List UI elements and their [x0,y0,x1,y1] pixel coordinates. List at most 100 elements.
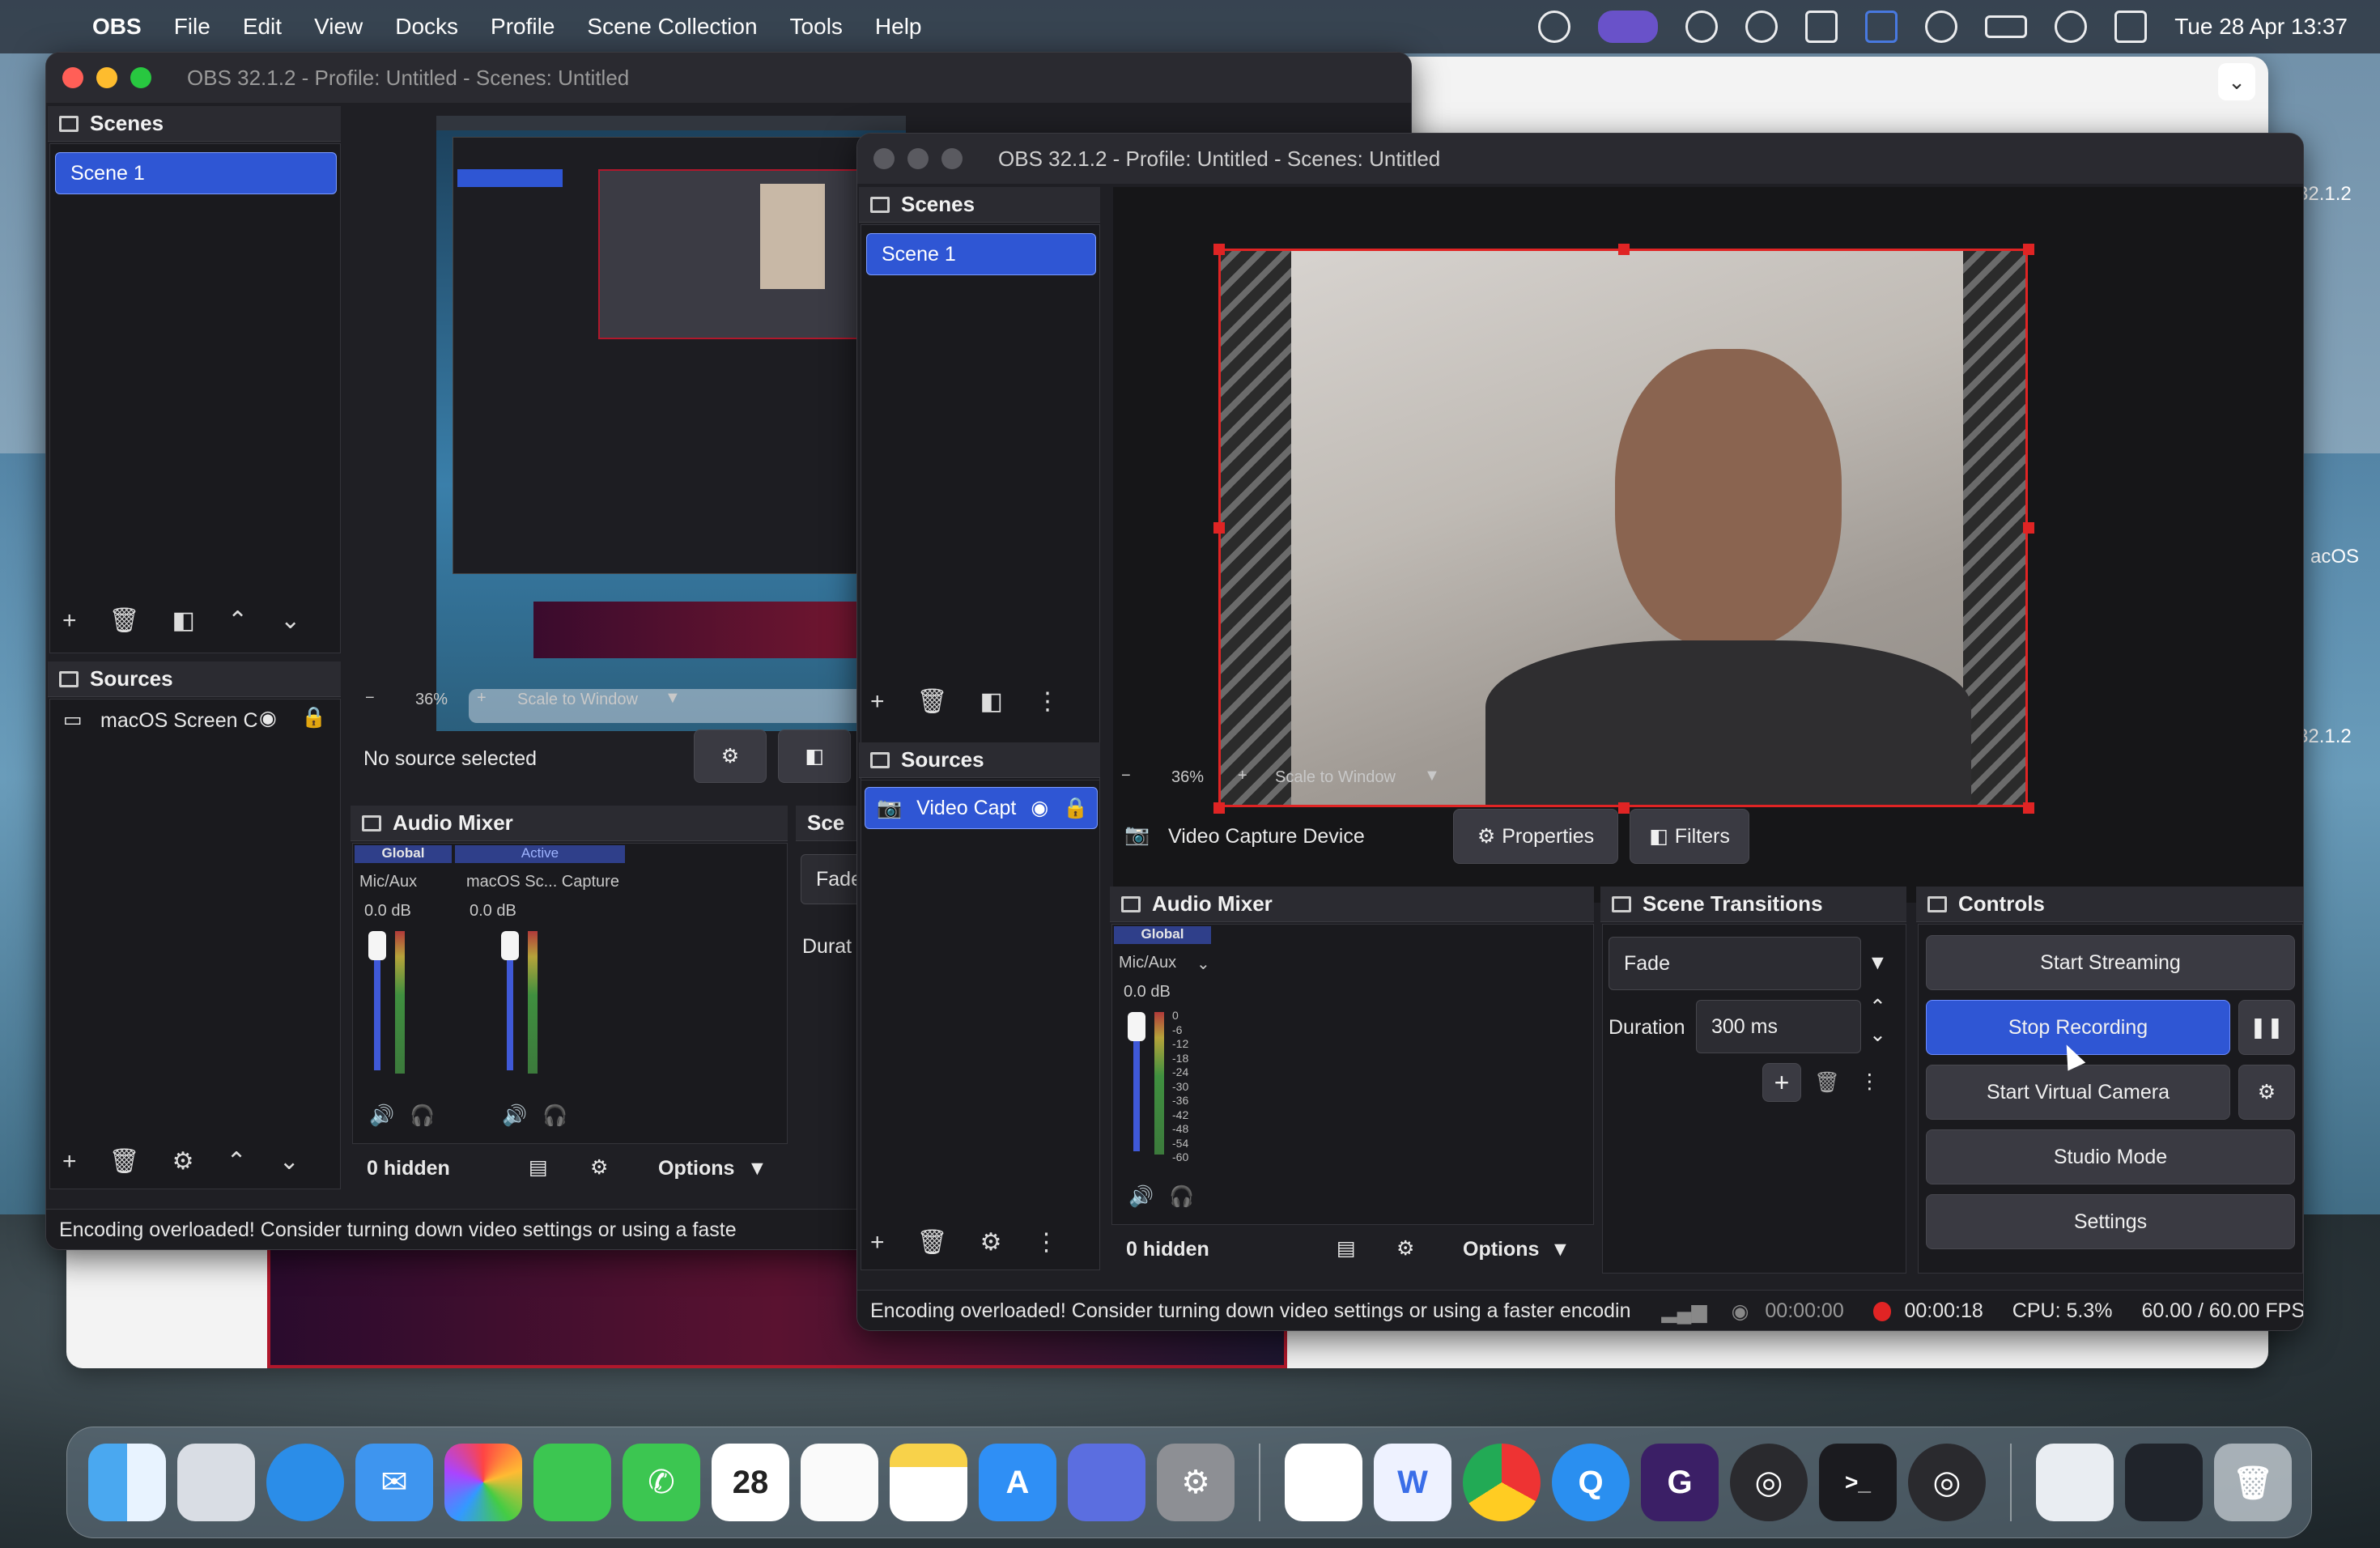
fader-knob-2[interactable] [501,931,519,960]
close-button[interactable] [873,148,895,169]
speaker-icon[interactable]: 🔊 [502,1104,527,1128]
trash-icon[interactable]: 🗑 [109,606,140,635]
recent-window-icon[interactable] [2125,1444,2203,1521]
filters-button[interactable]: ◧ Filters [1630,809,1749,864]
trash-icon[interactable]: 🗑 [1814,1071,1840,1095]
virtual-camera-settings-button[interactable]: ⚙ [2238,1065,2295,1120]
add-icon[interactable]: + [62,1148,77,1176]
menu-tools[interactable]: Tools [790,14,843,40]
menu-file[interactable]: File [174,14,210,40]
simulator-icon[interactable] [1068,1444,1145,1521]
scale-mode[interactable]: Scale to Window [517,691,638,709]
resize-handle-l[interactable] [1213,522,1225,534]
facetime-icon[interactable] [533,1444,611,1521]
sync-icon[interactable] [1805,11,1838,43]
options-menu[interactable]: Options [1463,1238,1539,1261]
resize-handle-t[interactable] [1618,244,1630,255]
options-dropdown-icon[interactable]: ▼ [747,1157,767,1180]
source-properties-button[interactable]: ⚙ [694,729,767,783]
eye-icon[interactable]: ◉ [1031,796,1048,820]
safari-icon[interactable] [266,1444,344,1521]
zoom-out-button[interactable]: − [1121,767,1131,785]
reminders-icon[interactable] [801,1444,878,1521]
launchpad-icon[interactable] [177,1444,255,1521]
transition-select-partial[interactable]: Fade [801,854,865,904]
wifi-icon[interactable] [1925,11,1958,43]
grammarly-icon[interactable]: G [1641,1444,1719,1521]
speaker-icon[interactable]: 🔊 [1128,1185,1154,1209]
app-store-icon[interactable]: A [979,1444,1056,1521]
mail-icon[interactable]: ✉ [355,1444,433,1521]
notes-icon[interactable] [890,1444,967,1521]
eye-icon[interactable]: ◉ [259,706,277,730]
trash-icon[interactable]: 🗑 [917,1228,948,1257]
more-icon[interactable]: ⋮ [1035,687,1060,716]
scale-dropdown-icon[interactable]: ▼ [1424,767,1440,785]
fader-knob-1[interactable] [368,931,386,960]
down-icon[interactable]: ⌄ [279,1147,300,1176]
settings-button[interactable]: Settings [1926,1194,2295,1249]
screen-share-icon[interactable] [1598,11,1659,43]
trash-icon[interactable]: 🗑 [917,687,948,716]
chevron-down-button[interactable]: ⌄ [2218,63,2255,100]
layout-icon[interactable]: ▤ [1337,1236,1356,1261]
menu-profile[interactable]: Profile [491,14,555,40]
tab-global[interactable]: Global [1114,926,1211,944]
resize-handle-b[interactable] [1618,802,1630,814]
start-streaming-button[interactable]: Start Streaming [1926,935,2295,990]
clickup-icon[interactable] [1285,1444,1362,1521]
menu-help[interactable]: Help [875,14,922,40]
resize-handle-tr[interactable] [2023,244,2034,255]
quick-app-icon[interactable]: Q [1552,1444,1630,1521]
menu-app-name[interactable]: OBS [92,14,142,40]
preview-canvas[interactable] [1113,187,2303,903]
more-icon[interactable]: ⋮ [1859,1070,1880,1094]
resize-handle-bl[interactable] [1213,802,1225,814]
phone-icon[interactable]: ✆ [623,1444,700,1521]
obs-icon[interactable]: ◎ [1730,1444,1808,1521]
duration-input[interactable]: 300 ms [1696,1000,1861,1053]
scale-dropdown-icon[interactable]: ▼ [665,689,681,708]
up-icon[interactable]: ⌃ [227,1147,247,1176]
zoom-button[interactable] [130,67,151,88]
speaker-icon[interactable]: 🔊 [369,1104,394,1128]
down-icon[interactable]: ⌄ [280,606,300,635]
battery-icon[interactable] [1985,15,2028,38]
system-settings-icon[interactable]: ⚙ [1157,1444,1235,1521]
w-app-icon[interactable]: W [1374,1444,1451,1521]
control-center-icon[interactable] [2114,11,2148,43]
advanced-audio-icon[interactable]: ⚙ [590,1155,608,1180]
minimize-button[interactable] [96,67,117,88]
chrome-icon[interactable] [1463,1444,1541,1521]
scale-mode[interactable]: Scale to Window [1275,768,1396,787]
resize-handle-tl[interactable] [1213,244,1225,255]
filter-icon[interactable]: ◧ [172,606,195,635]
grammarly-icon[interactable] [1745,11,1779,43]
resize-handle-r[interactable] [2023,522,2034,534]
add-icon[interactable]: + [62,607,77,635]
duration-down-icon[interactable]: ⌄ [1869,1023,1886,1047]
headphones-icon[interactable]: 🎧 [542,1104,567,1128]
transition-dropdown-icon[interactable]: ▼ [1868,951,1888,975]
start-virtual-camera-button[interactable]: Start Virtual Camera [1926,1065,2230,1120]
lock-icon[interactable]: 🔒 [301,706,326,729]
headphones-icon[interactable]: 🎧 [410,1104,435,1128]
obs-tray-icon-2[interactable] [1685,11,1719,43]
photos-icon[interactable] [444,1444,522,1521]
duration-up-icon[interactable]: ⌃ [1869,995,1886,1019]
tab-active[interactable]: Active [455,845,625,863]
trash-icon[interactable]: 🗑 [2214,1444,2292,1521]
properties-button[interactable]: ⚙ Properties [1453,809,1618,864]
advanced-audio-icon[interactable]: ⚙ [1396,1236,1414,1261]
zoom-out-button[interactable]: − [365,689,375,708]
add-icon[interactable]: + [870,1229,885,1257]
search-icon[interactable] [2055,11,2088,43]
channel-mic-aux[interactable]: Mic/Aux [1119,954,1176,972]
source-item-selected[interactable]: 📷 Video Capt ◉ 🔒 [865,787,1098,829]
add-transition-button[interactable]: + [1762,1063,1801,1102]
lock-icon[interactable]: 🔒 [1063,797,1088,820]
filter-icon[interactable]: ◧ [980,687,1003,716]
resize-handle-br[interactable] [2023,802,2034,814]
layout-icon[interactable]: ▤ [529,1155,548,1180]
options-menu[interactable]: Options [658,1157,734,1180]
